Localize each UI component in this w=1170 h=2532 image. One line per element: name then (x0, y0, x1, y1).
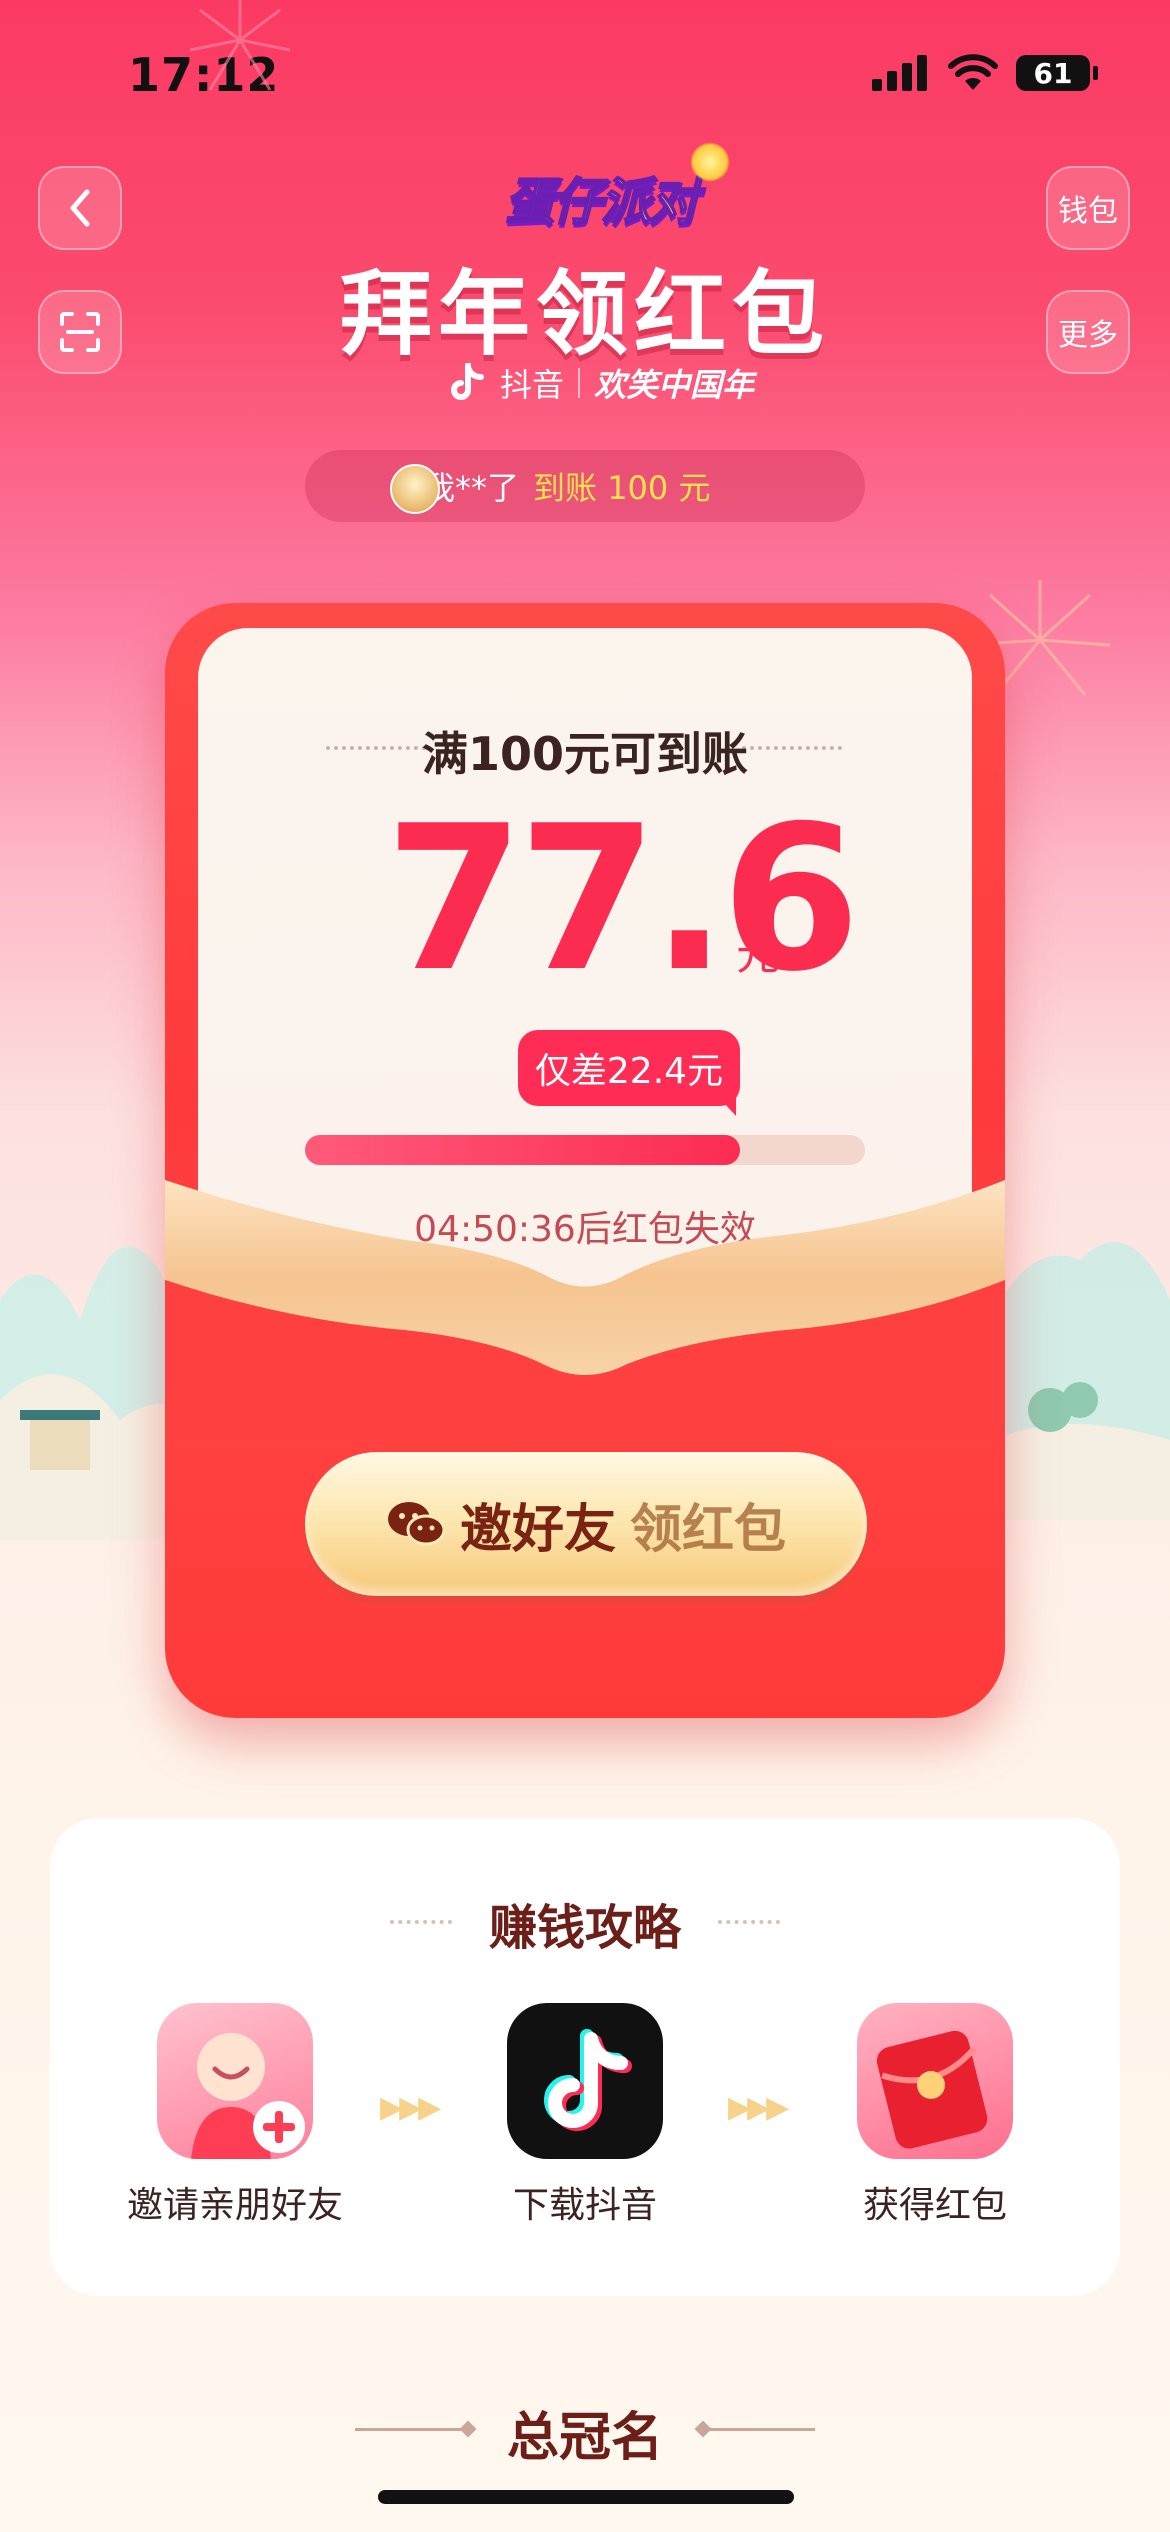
step-label-invite: 邀请亲朋好友 (126, 2185, 343, 2226)
brand-slogan: 欢笑中国年 (594, 366, 755, 404)
home-indicator[interactable] (378, 2490, 794, 2504)
claim-label: 领红包 (630, 1499, 787, 1560)
sparkle-icon (690, 142, 730, 182)
wallet-label: 钱包 (1058, 194, 1118, 229)
back-button[interactable] (38, 166, 122, 250)
wifi-icon (948, 54, 998, 90)
current-amount: 77.6 (385, 783, 860, 1016)
brand-name: 抖音 (500, 366, 565, 404)
sponsor-title: 总冠名 (506, 2408, 663, 2468)
envelope-flap (165, 1180, 1005, 1440)
bubble-tail (714, 1092, 736, 1116)
invite-friend-icon[interactable] (157, 2003, 313, 2159)
douyin-app-icon[interactable] (507, 2003, 663, 2159)
notice-message: 到账 100 元 (533, 469, 711, 507)
avatar (390, 464, 440, 514)
progress-fill (305, 1135, 740, 1165)
step-label-download: 下载抖音 (512, 2185, 657, 2226)
red-envelope-icon[interactable] (857, 2003, 1013, 2159)
page-title: 拜年领红包 (339, 261, 830, 368)
invite-label: 邀好友 (459, 1499, 616, 1560)
game-logo: 蛋仔派对 (504, 172, 700, 232)
invite-friends-button[interactable]: 邀好友 领红包 (305, 1452, 867, 1596)
step-label-reward: 获得红包 (862, 2185, 1007, 2226)
battery-icon: 61 (1016, 55, 1098, 91)
amount-unit: 元 (736, 929, 780, 980)
wechat-icon (387, 1502, 446, 1546)
strategy-title: 赚钱攻略 (488, 1900, 681, 1956)
step-arrow-1: ▶▶▶ (380, 2090, 441, 2125)
cellular-signal-icon (872, 55, 927, 91)
firework-decoration (189, 0, 291, 91)
goal-text: 满100元可到账 (421, 727, 749, 781)
step-arrow-2: ▶▶▶ (728, 2090, 789, 2125)
status-icons: 61 (872, 54, 1098, 92)
payout-notice: @我**了 到账 100 元 (305, 450, 865, 522)
chevron-left-icon (70, 189, 90, 227)
douyin-logo-icon (451, 363, 484, 400)
brand-line: 抖音 欢笑中国年 (450, 360, 754, 406)
brand-divider (578, 368, 581, 398)
wallet-button[interactable]: 钱包 (1046, 166, 1130, 250)
remaining-bubble: 仅差22.4元 (518, 1030, 740, 1106)
